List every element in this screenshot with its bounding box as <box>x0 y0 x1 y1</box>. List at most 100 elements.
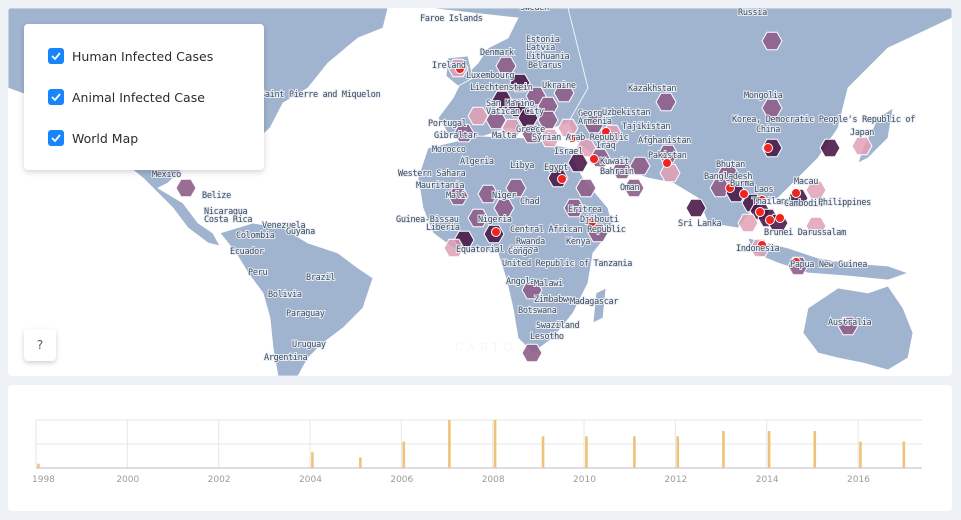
country-label: Paraguay <box>286 309 325 319</box>
country-label: Niger <box>492 191 516 201</box>
timeline-bar[interactable] <box>722 431 725 468</box>
legend-item-world-map[interactable]: World Map <box>48 130 138 146</box>
country-label: Morocco <box>432 145 466 155</box>
country-label: Nigeria <box>478 215 512 225</box>
timeline-chart[interactable]: 1998 2000 2002 2004 2006 2008 2010 2012 2014 2016 <box>8 385 952 511</box>
country-label: Papua New Guinea <box>790 260 867 270</box>
country-label: Saint Pierre and Miquelon <box>260 90 381 100</box>
human-case-dot[interactable] <box>491 227 501 237</box>
country-label: Costa Rica <box>204 215 252 225</box>
country-label: Angola <box>506 277 535 287</box>
timeline-svg[interactable]: 1998 2000 2002 2004 2006 2008 2010 2012 2014 2016 <box>8 385 952 511</box>
human-case-dot[interactable] <box>765 215 775 225</box>
help-button[interactable]: ? <box>24 329 56 361</box>
timeline-bar[interactable] <box>585 436 588 468</box>
country-label: Argentina <box>264 353 308 363</box>
legend-item-animal-infected-case[interactable]: Animal Infected Case <box>48 89 205 105</box>
x-tick-label: 2006 <box>390 475 413 485</box>
hexbin-cell[interactable] <box>685 198 707 218</box>
country-label: Rwanda <box>516 237 545 247</box>
check-icon <box>51 52 61 60</box>
country-label: Sri Lanka <box>678 219 722 229</box>
country-label: Australia <box>828 318 872 328</box>
country-label: Peru <box>248 268 267 278</box>
country-label: Belize <box>202 191 231 201</box>
timeline-bar[interactable] <box>902 441 906 468</box>
check-icon <box>51 93 61 101</box>
x-tick-label: 2014 <box>756 475 779 485</box>
timeline-bar[interactable] <box>493 420 497 468</box>
country-label: Tajikistan <box>622 122 670 132</box>
country-label: Liechtenstein <box>470 83 533 93</box>
country-label: Botswana <box>518 306 557 316</box>
country-label: Japan <box>850 128 874 138</box>
country-label: Armenia <box>578 117 612 127</box>
country-label: Mexico <box>152 170 181 180</box>
checkbox-world-map[interactable] <box>48 130 64 146</box>
hexbin-cell[interactable] <box>851 136 873 156</box>
hexbin-cell[interactable] <box>175 178 197 198</box>
legend-item-human-infected-cases[interactable]: Human Infected Cases <box>48 48 213 64</box>
country-label: Guyana <box>286 227 315 237</box>
human-case-dot[interactable] <box>763 143 773 153</box>
timeline-bar[interactable] <box>813 431 817 468</box>
checkbox-human-infected-cases[interactable] <box>48 48 64 64</box>
country-label: Ireland <box>432 61 466 71</box>
country-label: Colombia <box>236 231 275 241</box>
country-label: Egypt <box>544 163 568 173</box>
timeline-bar[interactable] <box>311 452 314 468</box>
country-label: Burma <box>730 179 754 189</box>
country-label: Laos <box>754 185 773 195</box>
country-label: Congo <box>508 247 532 257</box>
timeline-grid <box>35 419 922 469</box>
hexbin-cell[interactable] <box>521 343 543 363</box>
timeline-bar[interactable] <box>359 457 362 468</box>
hexbin-cell[interactable] <box>575 178 597 198</box>
timeline-bar[interactable] <box>767 431 771 468</box>
human-case-dot[interactable] <box>775 213 785 223</box>
country-label: Uruguay <box>292 340 326 350</box>
human-case-dot[interactable] <box>589 154 599 164</box>
human-case-dot[interactable] <box>557 174 567 184</box>
country-label: Israel <box>554 147 583 157</box>
country-label: Libya <box>510 161 534 171</box>
country-label: Zimbabwe <box>534 295 573 305</box>
country-label: Ukraine <box>542 81 576 91</box>
country-label: Korea, Democratic People's Republic of <box>732 115 915 125</box>
legend-label: World Map <box>72 130 139 146</box>
country-label: Mongolia <box>744 91 783 101</box>
human-case-dot[interactable] <box>791 188 801 198</box>
country-label: Central African Republic <box>510 225 626 235</box>
country-label: Gibraltar <box>434 131 478 141</box>
timeline-bar[interactable] <box>541 436 545 468</box>
country-label: Lesotho <box>530 332 564 342</box>
hexbin-cell[interactable] <box>655 92 677 112</box>
x-tick-label: 2002 <box>208 475 231 485</box>
country-label: Western Sahara <box>398 169 466 179</box>
hexbin-cell[interactable] <box>467 106 489 126</box>
x-tick-label: 2008 <box>482 475 505 485</box>
timeline-bar[interactable] <box>448 420 451 468</box>
country-label: Iraq <box>596 141 615 151</box>
timeline-bar[interactable] <box>37 463 40 468</box>
country-label: Belarus <box>528 61 562 71</box>
country-label: Mauritania <box>416 181 464 191</box>
checkbox-animal-infected-case[interactable] <box>48 89 64 105</box>
country-label: Luxembourg <box>466 71 514 81</box>
timeline-bar[interactable] <box>633 436 636 468</box>
timeline-bar[interactable] <box>402 441 406 468</box>
x-tick-label: 1998 <box>32 475 55 485</box>
hexbin-cell[interactable] <box>761 31 783 51</box>
country-label: Kenya <box>566 237 590 247</box>
hexbin-cell[interactable] <box>819 138 841 158</box>
country-label: China <box>756 125 780 135</box>
timeline-bar[interactable] <box>676 436 680 468</box>
timeline-bar[interactable] <box>859 441 862 468</box>
country-label: Malta <box>492 131 516 141</box>
human-case-dot[interactable] <box>739 189 749 199</box>
hexbin-cell[interactable] <box>737 213 759 233</box>
country-label: United Republic of Tanzania <box>502 259 632 269</box>
legend-label: Human Infected Cases <box>72 48 214 64</box>
human-case-dot[interactable] <box>755 207 765 217</box>
country-label: Uzbekistan <box>602 108 650 118</box>
